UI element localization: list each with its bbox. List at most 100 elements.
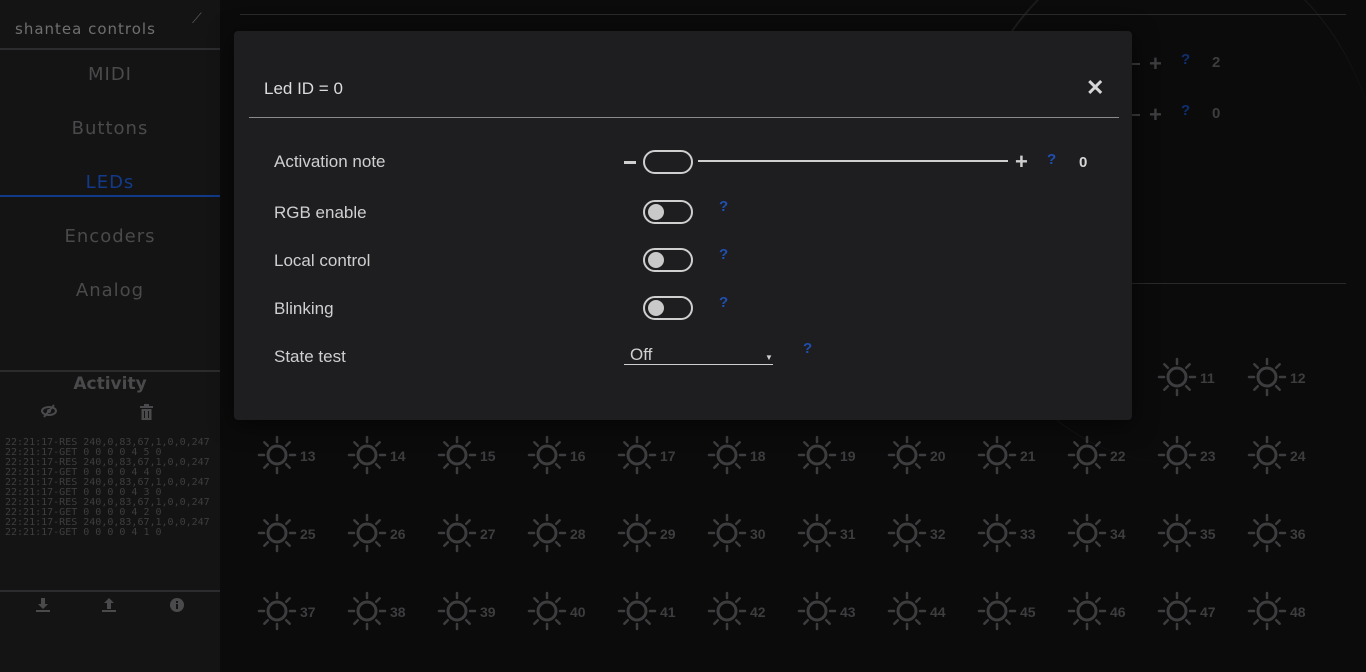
led-34[interactable]: 34 bbox=[1067, 513, 1157, 553]
led-22[interactable]: 22 bbox=[1067, 435, 1157, 475]
sidebar-item-leds[interactable]: LEDs bbox=[0, 168, 220, 198]
led-47[interactable]: 47 bbox=[1157, 591, 1247, 631]
sidebar-item-midi[interactable]: MIDI bbox=[0, 60, 220, 90]
led-29[interactable]: 29 bbox=[617, 513, 707, 553]
led-31[interactable]: 31 bbox=[797, 513, 887, 553]
help-icon[interactable]: ? bbox=[719, 198, 728, 215]
led-35[interactable]: 35 bbox=[1157, 513, 1247, 553]
sidebar-item-encoders[interactable]: Encoders bbox=[0, 222, 220, 252]
help-icon[interactable]: ? bbox=[803, 340, 812, 357]
led-number: 42 bbox=[750, 604, 766, 620]
toggle-knob bbox=[648, 300, 664, 316]
led-38[interactable]: 38 bbox=[347, 591, 437, 631]
led-number: 19 bbox=[840, 448, 856, 464]
led-21[interactable]: 21 bbox=[977, 435, 1067, 475]
led-24[interactable]: 24 bbox=[1247, 435, 1337, 475]
led-number: 21 bbox=[1020, 448, 1036, 464]
log-entry: 22:21:17-RES 240,0,83,67,1,0,0,247 bbox=[5, 458, 210, 468]
led-40[interactable]: 40 bbox=[527, 591, 617, 631]
brand-logo-text: shantea controls bbox=[15, 20, 156, 38]
led-11[interactable]: 11 bbox=[1157, 357, 1247, 397]
led-14[interactable]: 14 bbox=[347, 435, 437, 475]
decrement-button[interactable] bbox=[624, 161, 636, 164]
log-entry: 22:21:17-RES 240,0,83,67,1,0,0,247 bbox=[5, 498, 210, 508]
eye-slash-icon[interactable] bbox=[41, 404, 57, 422]
led-number: 45 bbox=[1020, 604, 1036, 620]
led-20[interactable]: 20 bbox=[887, 435, 977, 475]
minus-icon[interactable] bbox=[1132, 114, 1140, 116]
led-30[interactable]: 30 bbox=[707, 513, 797, 553]
activation-note-slider-track[interactable] bbox=[698, 160, 1008, 162]
led-17[interactable]: 17 bbox=[617, 435, 707, 475]
led-42[interactable]: 42 bbox=[707, 591, 797, 631]
sidebar-item-analog[interactable]: Analog bbox=[0, 276, 220, 306]
active-nav-indicator bbox=[0, 195, 220, 197]
activation-note-label: Activation note bbox=[274, 152, 386, 171]
state-test-selected: Off bbox=[630, 345, 653, 364]
light-bulb-icon bbox=[1157, 435, 1197, 475]
light-bulb-icon bbox=[977, 435, 1017, 475]
led-12[interactable]: 12 bbox=[1247, 357, 1337, 397]
led-26[interactable]: 26 bbox=[347, 513, 437, 553]
blinking-toggle[interactable] bbox=[643, 296, 693, 320]
help-icon[interactable]: ? bbox=[1181, 102, 1190, 119]
led-number: 12 bbox=[1290, 370, 1306, 386]
led-45[interactable]: 45 bbox=[977, 591, 1067, 631]
led-32[interactable]: 32 bbox=[887, 513, 977, 553]
upload-icon[interactable] bbox=[102, 598, 116, 615]
activity-log: 22:21:17-RES 240,0,83,67,1,0,0,247 22:21… bbox=[5, 438, 219, 538]
light-bulb-icon bbox=[1067, 513, 1107, 553]
help-icon[interactable]: ? bbox=[1181, 51, 1190, 68]
led-number: 44 bbox=[930, 604, 946, 620]
led-15[interactable]: 15 bbox=[437, 435, 527, 475]
led-number: 28 bbox=[570, 526, 586, 542]
close-icon[interactable]: ✕ bbox=[1086, 75, 1104, 101]
led-41[interactable]: 41 bbox=[617, 591, 707, 631]
led-19[interactable]: 19 bbox=[797, 435, 887, 475]
led-37[interactable]: 37 bbox=[257, 591, 347, 631]
sidebar-item-buttons[interactable]: Buttons bbox=[0, 114, 220, 144]
light-bulb-icon bbox=[977, 591, 1017, 631]
led-43[interactable]: 43 bbox=[797, 591, 887, 631]
light-bulb-icon bbox=[347, 513, 387, 553]
divider bbox=[249, 117, 1119, 118]
minus-icon[interactable] bbox=[1132, 63, 1140, 65]
light-bulb-icon bbox=[617, 435, 657, 475]
led-16[interactable]: 16 bbox=[527, 435, 617, 475]
light-bulb-icon bbox=[437, 513, 477, 553]
setting-row: + ? 0 bbox=[1132, 102, 1346, 128]
help-icon[interactable]: ? bbox=[1047, 151, 1056, 168]
activation-note-slider-handle[interactable] bbox=[643, 150, 693, 174]
download-icon[interactable] bbox=[36, 598, 50, 615]
light-bulb-icon bbox=[257, 435, 297, 475]
plus-icon[interactable]: + bbox=[1149, 102, 1162, 128]
led-13[interactable]: 13 bbox=[257, 435, 347, 475]
led-44[interactable]: 44 bbox=[887, 591, 977, 631]
led-27[interactable]: 27 bbox=[437, 513, 527, 553]
led-number: 47 bbox=[1200, 604, 1216, 620]
rgb-enable-toggle[interactable] bbox=[643, 200, 693, 224]
trash-icon[interactable] bbox=[140, 404, 153, 424]
light-bulb-icon bbox=[887, 435, 927, 475]
led-46[interactable]: 46 bbox=[1067, 591, 1157, 631]
increment-button[interactable]: + bbox=[1015, 149, 1028, 175]
state-test-select[interactable]: Off ▼ bbox=[624, 344, 773, 365]
led-25[interactable]: 25 bbox=[257, 513, 347, 553]
led-28[interactable]: 28 bbox=[527, 513, 617, 553]
led-48[interactable]: 48 bbox=[1247, 591, 1337, 631]
plus-icon[interactable]: + bbox=[1149, 51, 1162, 77]
light-bulb-icon bbox=[797, 513, 837, 553]
led-36[interactable]: 36 bbox=[1247, 513, 1337, 553]
help-icon[interactable]: ? bbox=[719, 246, 728, 263]
setting-value: 2 bbox=[1212, 54, 1221, 71]
help-icon[interactable]: ? bbox=[719, 294, 728, 311]
light-bulb-icon bbox=[707, 513, 747, 553]
led-39[interactable]: 39 bbox=[437, 591, 527, 631]
light-bulb-icon bbox=[1157, 591, 1197, 631]
led-18[interactable]: 18 bbox=[707, 435, 797, 475]
info-icon[interactable] bbox=[170, 598, 184, 615]
local-control-toggle[interactable] bbox=[643, 248, 693, 272]
light-bulb-icon bbox=[617, 513, 657, 553]
led-23[interactable]: 23 bbox=[1157, 435, 1247, 475]
led-33[interactable]: 33 bbox=[977, 513, 1067, 553]
